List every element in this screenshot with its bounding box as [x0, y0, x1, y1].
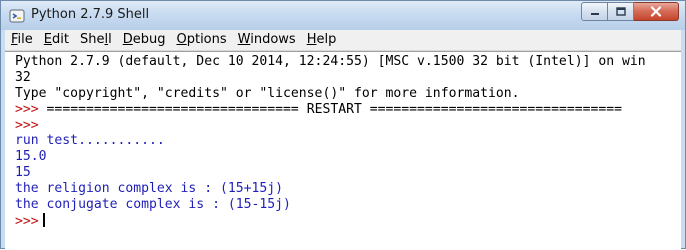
prompt: >>>: [15, 117, 39, 133]
menu-file[interactable]: File: [5, 30, 38, 50]
window-title: Python 2.7.9 Shell: [31, 7, 150, 22]
idle-shell-window: Python 2.7.9 Shell File Edit Shell Debug…: [0, 0, 686, 250]
output-line: the religion complex is : (15+15j): [15, 181, 284, 197]
menu-bar: File Edit Shell Debug Options Windows He…: [5, 30, 681, 51]
maximize-button[interactable]: [608, 2, 634, 21]
menu-options[interactable]: Options: [170, 30, 231, 50]
output-line: 15.0: [15, 149, 47, 165]
close-icon: [650, 6, 662, 17]
input-line[interactable]: >>>: [15, 212, 681, 229]
text-cursor: [42, 212, 45, 227]
minimize-icon: [590, 12, 599, 15]
banner-line: Type "copyright", "credits" or "license(…: [15, 85, 520, 101]
title-bar[interactable]: Python 2.7.9 Shell: [1, 1, 685, 30]
minimize-button[interactable]: [581, 2, 608, 21]
restart-line: >>> ================================ RES…: [15, 102, 681, 118]
menu-shell[interactable]: Shell: [74, 30, 117, 50]
close-button[interactable]: [634, 2, 679, 21]
maximize-icon: [615, 7, 626, 16]
banner-line: 32: [15, 69, 31, 85]
banner-line: Python 2.7.9 (default, Dec 10 2014, 12:2…: [15, 54, 646, 69]
prompt: >>>: [15, 101, 47, 117]
python-idle-icon[interactable]: [9, 8, 25, 24]
restart-separator: ================================ RESTART…: [46, 101, 623, 117]
menu-windows[interactable]: Windows: [232, 30, 301, 50]
prompt: >>>: [15, 213, 39, 229]
output-line: 15: [15, 165, 31, 181]
menu-debug[interactable]: Debug: [117, 30, 171, 50]
shell-text-area[interactable]: Python 2.7.9 (default, Dec 10 2014, 12:2…: [5, 51, 681, 250]
output-line: the conjugate complex is : (15-15j): [15, 197, 291, 213]
output-line: run test...........: [15, 133, 165, 149]
menu-help[interactable]: Help: [301, 30, 342, 50]
menu-edit[interactable]: Edit: [38, 30, 74, 50]
window-controls: [581, 2, 679, 22]
